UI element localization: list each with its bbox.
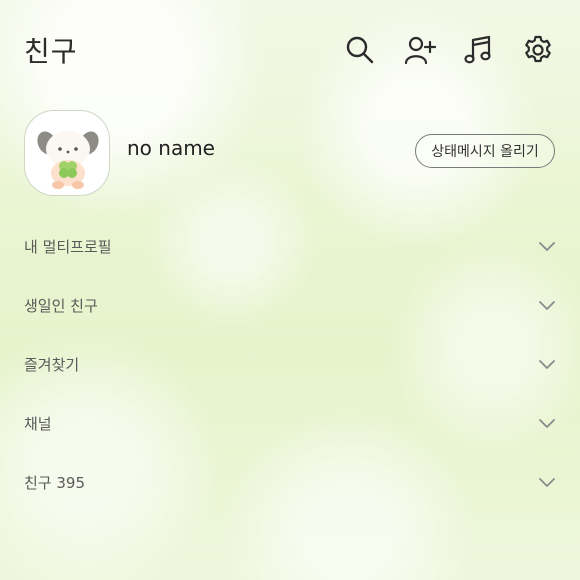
- section-channels[interactable]: 채널: [0, 399, 580, 449]
- chevron-down-icon[interactable]: [538, 298, 556, 314]
- chevron-down-icon[interactable]: [538, 475, 556, 491]
- section-favorites[interactable]: 즐겨찾기: [0, 340, 580, 390]
- profile-name: no name: [127, 136, 215, 160]
- section-label: 생일인 친구: [24, 297, 98, 315]
- chevron-down-icon[interactable]: [538, 357, 556, 373]
- section-friends[interactable]: 친구 395: [0, 458, 580, 508]
- status-message-button[interactable]: 상태메시지 올리기: [415, 134, 555, 168]
- section-birthday-friends[interactable]: 생일인 친구: [0, 281, 580, 331]
- section-label: 채널: [24, 415, 52, 433]
- music-icon[interactable]: [462, 34, 494, 66]
- top-header: 친구: [0, 0, 580, 100]
- search-icon[interactable]: [344, 34, 376, 66]
- page-title: 친구: [24, 35, 78, 68]
- section-multi-profile[interactable]: 내 멀티프로필: [0, 222, 580, 272]
- settings-icon[interactable]: [522, 34, 554, 66]
- add-friend-icon[interactable]: [404, 34, 437, 66]
- section-label: 내 멀티프로필: [24, 238, 112, 256]
- my-profile[interactable]: no name 상태메시지 올리기: [0, 106, 580, 198]
- chevron-down-icon[interactable]: [538, 239, 556, 255]
- section-label: 즐겨찾기: [24, 356, 80, 374]
- section-label: 친구 395: [24, 474, 85, 492]
- chevron-down-icon[interactable]: [538, 416, 556, 432]
- avatar[interactable]: [24, 110, 110, 196]
